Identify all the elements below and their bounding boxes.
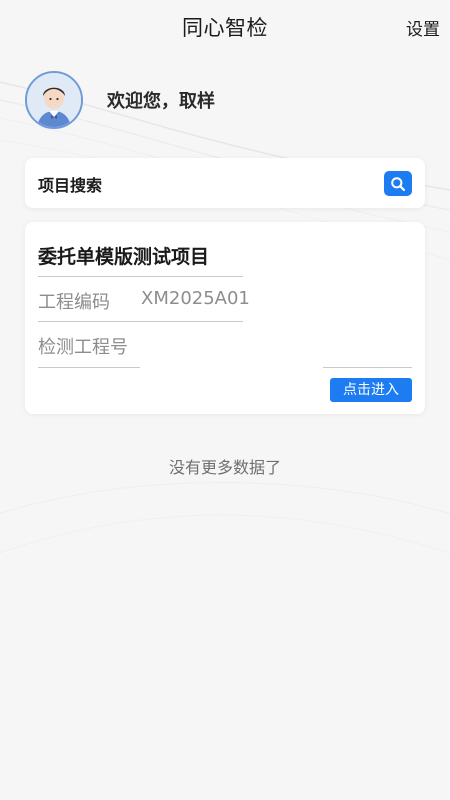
enter-project-button[interactable]: 点击进入 [330,378,412,402]
project-title: 委托单模版测试项目 [38,246,210,268]
project-code-label: 工程编码 [38,292,110,313]
user-profile: 欢迎您，取样 [25,70,215,130]
project-search-card: 项目搜索 [25,158,425,208]
search-icon [391,176,406,191]
list-end-text: 没有更多数据了 [168,458,281,477]
search-button[interactable] [384,171,412,196]
divider [38,321,243,322]
avatar [25,71,83,129]
page-title: 同心智检 [182,16,268,40]
project-card[interactable]: 委托单模版测试项目 工程编码 XM2025A01 检测工程号 点击进入 [25,222,425,414]
app-page: 同心智检 设置 欢迎您，取样 项目搜索 委托单模版测试项目 工程编码 XM202… [0,0,450,800]
search-label: 项目搜索 [38,176,103,195]
header-bar: 同心智检 设置 [0,0,450,50]
divider [38,367,140,368]
test-project-number-label: 检测工程号 [38,337,128,358]
divider [323,367,412,368]
user-avatar-icon [27,73,81,127]
welcome-text: 欢迎您，取样 [107,91,215,112]
settings-button[interactable]: 设置 [406,15,440,40]
divider [38,276,243,277]
project-code-value: XM2025A01 [141,288,250,309]
